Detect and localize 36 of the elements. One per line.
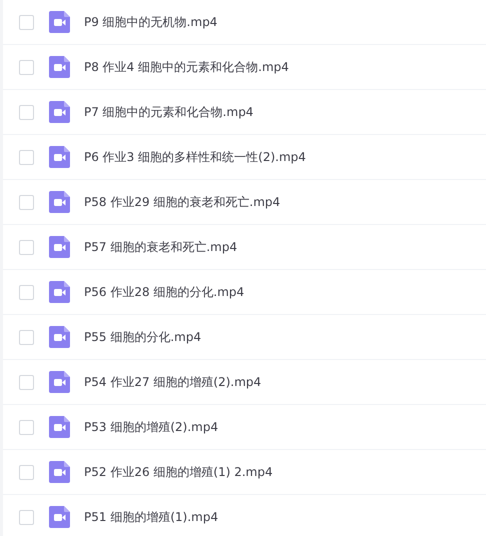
checkbox[interactable] xyxy=(19,464,34,480)
video-file-icon xyxy=(49,191,70,213)
video-file-icon xyxy=(49,326,70,348)
file-name[interactable]: P55 细胞的分化.mp4 xyxy=(84,328,202,346)
file-name[interactable]: P56 作业28 细胞的分化.mp4 xyxy=(84,284,244,300)
file-name[interactable]: P52 作业26 细胞的增殖(1) 2.mp4 xyxy=(84,464,273,480)
file-name[interactable]: P9 细胞中的无机物.mp4 xyxy=(84,14,218,30)
checkbox[interactable] xyxy=(19,60,34,74)
file-name[interactable]: P57 细胞的衰老和死亡.mp4 xyxy=(84,238,238,256)
video-file-icon xyxy=(49,101,70,123)
file-name[interactable]: P7 细胞中的元素和化合物.mp4 xyxy=(84,104,254,120)
checkbox[interactable] xyxy=(19,510,34,524)
checkbox[interactable] xyxy=(19,104,34,120)
video-file-icon xyxy=(49,146,70,168)
file-name[interactable]: P51 细胞的增殖(1).mp4 xyxy=(84,508,218,526)
checkbox[interactable] xyxy=(19,330,34,344)
checkbox[interactable] xyxy=(19,420,34,434)
video-file-icon xyxy=(49,371,70,393)
video-file-icon xyxy=(49,56,70,78)
video-file-icon xyxy=(49,236,70,258)
checkbox[interactable] xyxy=(19,194,34,210)
video-file-icon xyxy=(49,416,70,438)
video-file-icon xyxy=(49,461,70,483)
file-name[interactable]: P53 细胞的增殖(2).mp4 xyxy=(84,418,218,436)
file-name[interactable]: P54 作业27 细胞的增殖(2).mp4 xyxy=(84,374,262,390)
checkbox[interactable] xyxy=(19,284,34,300)
file-name[interactable]: P6 作业3 细胞的多样性和统一性(2).mp4 xyxy=(84,148,306,166)
checkbox[interactable] xyxy=(19,240,34,254)
video-file-icon xyxy=(49,11,70,33)
video-file-icon xyxy=(49,281,70,303)
checkbox[interactable] xyxy=(19,14,34,30)
video-file-icon xyxy=(49,506,70,528)
checkbox[interactable] xyxy=(19,150,34,164)
file-name[interactable]: P58 作业29 细胞的衰老和死亡.mp4 xyxy=(84,194,280,210)
checkbox[interactable] xyxy=(19,374,34,390)
file-name[interactable]: P8 作业4 细胞中的元素和化合物.mp4 xyxy=(84,58,289,76)
